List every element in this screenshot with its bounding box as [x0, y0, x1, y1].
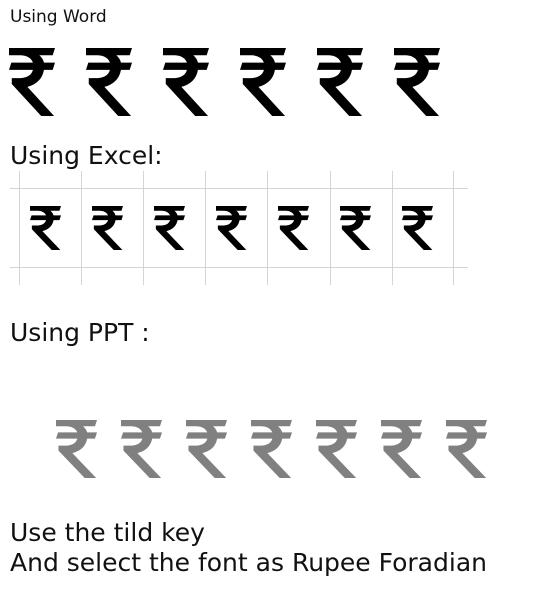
rupee-symbol-icon: [121, 420, 162, 478]
rupee-symbol-icon: [381, 420, 422, 478]
instruction-line-1: Use the tild key: [10, 518, 205, 547]
rupee-glyph-path: [154, 206, 185, 250]
rupee-glyph-path: [394, 48, 440, 116]
rupee-glyph-path: [446, 420, 487, 478]
rupee-glyph-path: [251, 420, 292, 478]
rupee-glyph-path: [402, 206, 433, 250]
rupee-symbol-icon: [316, 420, 357, 478]
rupee-glyph-path: [86, 48, 132, 116]
rupee-glyph-path: [9, 48, 55, 116]
rupee-glyph-path: [381, 420, 422, 478]
rupee-symbol-icon: [402, 206, 433, 250]
excel-label: Using Excel:: [10, 141, 163, 170]
rupee-symbol-icon: [251, 420, 292, 478]
rupee-symbol-icon: [240, 48, 286, 116]
rupee-symbol-icon: [186, 420, 227, 478]
rupee-symbol-icon: [340, 206, 371, 250]
word-label: Using Word: [10, 7, 107, 27]
rupee-symbol-icon: [216, 206, 247, 250]
rupee-glyph-path: [278, 206, 309, 250]
rupee-glyph-path: [56, 420, 97, 478]
rupee-symbol-icon: [163, 48, 209, 116]
rupee-glyph-path: [240, 48, 286, 116]
rupee-symbol-icon: [30, 206, 61, 250]
rupee-symbol-icon: [154, 206, 185, 250]
excel-gridline-horizontal: [10, 188, 468, 189]
rupee-symbol-icon: [446, 420, 487, 478]
ppt-label: Using PPT :: [10, 318, 150, 347]
rupee-symbol-icon: [56, 420, 97, 478]
rupee-glyph-path: [317, 48, 363, 116]
rupee-glyph-path: [216, 206, 247, 250]
rupee-symbol-icon: [394, 48, 440, 116]
rupee-glyph-path: [340, 206, 371, 250]
excel-gridline-horizontal: [10, 267, 468, 268]
rupee-glyph-path: [30, 206, 61, 250]
instruction-line-2: And select the font as Rupee Foradian: [10, 548, 487, 577]
rupee-glyph-path: [316, 420, 357, 478]
rupee-symbol-icon: [86, 48, 132, 116]
rupee-symbol-icon: [278, 206, 309, 250]
rupee-glyph-path: [163, 48, 209, 116]
instructions: Use the tild key And select the font as …: [10, 518, 487, 578]
rupee-glyph-path: [186, 420, 227, 478]
rupee-symbol-icon: [92, 206, 123, 250]
rupee-glyph-path: [121, 420, 162, 478]
rupee-glyph-path: [92, 206, 123, 250]
rupee-symbol-icon: [9, 48, 55, 116]
rupee-symbol-icon: [317, 48, 363, 116]
